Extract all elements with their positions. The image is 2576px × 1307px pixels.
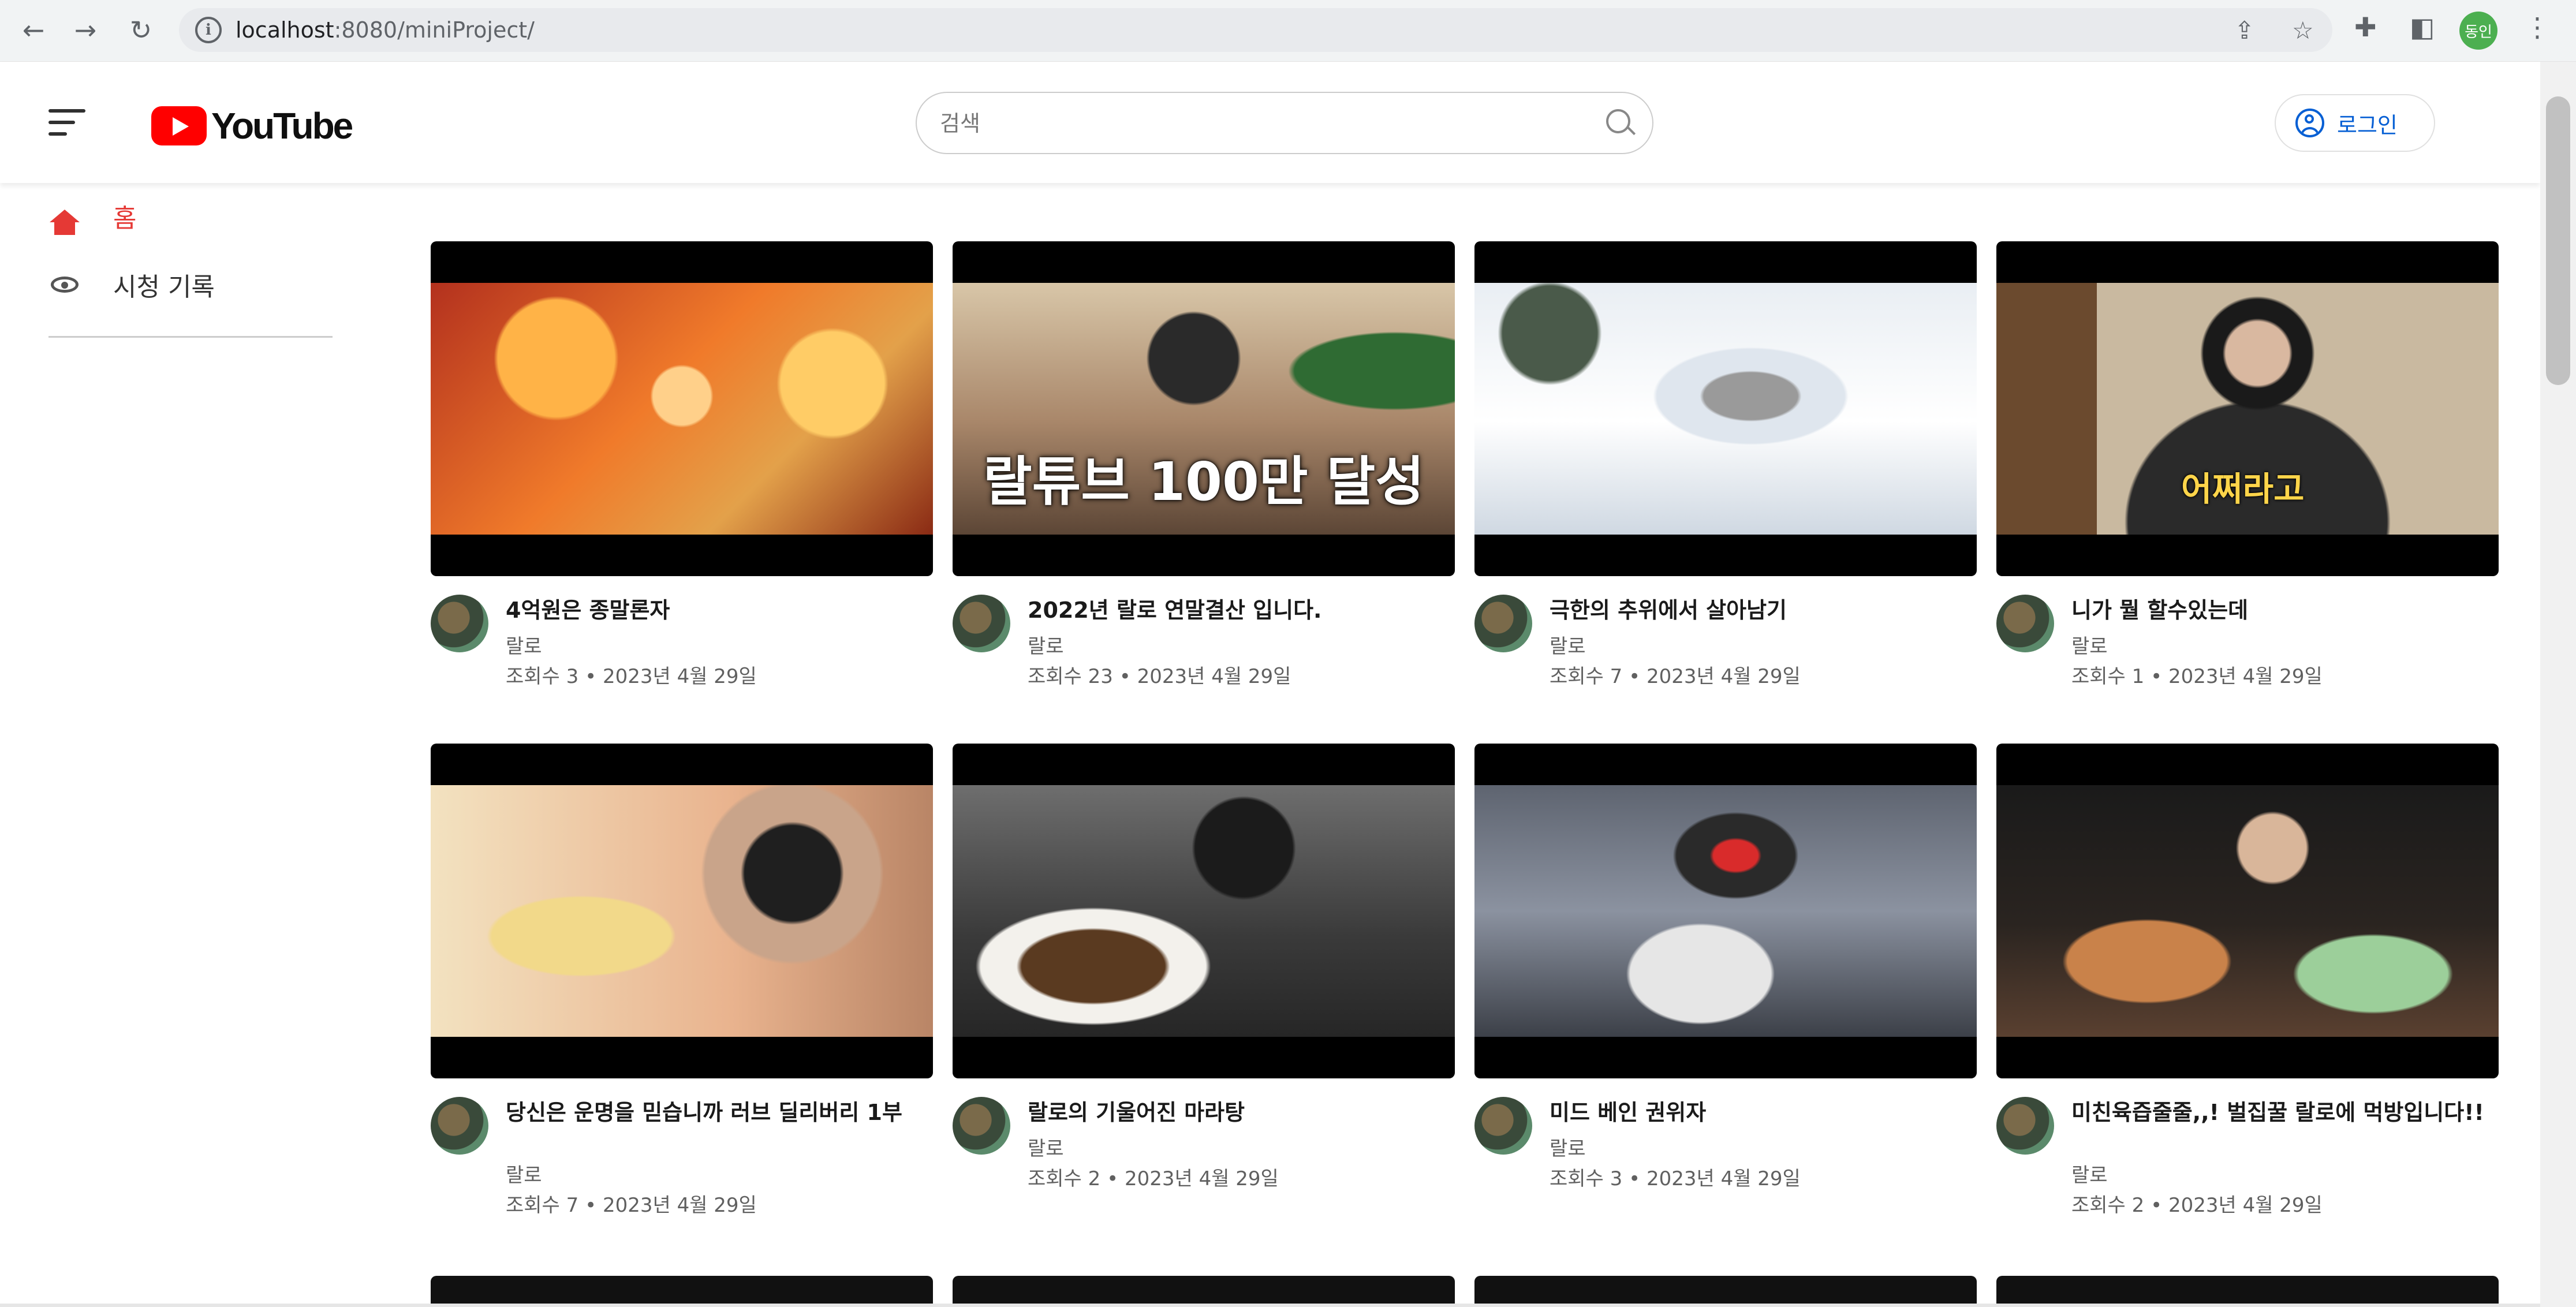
- video-title[interactable]: 랄로의 기울어진 마라탕: [1028, 1099, 1443, 1126]
- sidebar-item-history[interactable]: 시청 기록: [48, 262, 215, 308]
- bottom-edge: [0, 1304, 2540, 1307]
- video-stats: 조회수 3 • 2023년 4월 29일: [1550, 1167, 1801, 1190]
- channel-name[interactable]: 랄로: [1550, 1133, 1586, 1161]
- channel-name[interactable]: 랄로: [1028, 630, 1064, 659]
- video-thumbnail[interactable]: [431, 744, 933, 1078]
- reload-icon[interactable]: ↻: [124, 13, 158, 47]
- video-thumbnail[interactable]: [953, 744, 1455, 1078]
- app-header: YouTube 로그인: [0, 62, 2540, 183]
- video-thumbnail[interactable]: [431, 241, 933, 576]
- scrollbar-thumb[interactable]: [2546, 96, 2570, 385]
- channel-avatar[interactable]: [431, 595, 488, 652]
- side-panel-icon[interactable]: ◧: [2410, 12, 2435, 43]
- forward-icon[interactable]: →: [68, 13, 103, 47]
- video-thumbnail-partial[interactable]: [1474, 1276, 1977, 1307]
- channel-name[interactable]: 랄로: [506, 630, 542, 659]
- sidebar-item-label: 시청 기록: [113, 272, 215, 302]
- address-bar[interactable]: i localhost:8080/miniProject/ ⇪ ☆: [179, 8, 2332, 52]
- search-box: [916, 92, 1653, 154]
- back-icon[interactable]: ←: [16, 13, 51, 47]
- video-thumbnail[interactable]: [1474, 241, 1977, 576]
- sidebar-divider: [48, 336, 333, 338]
- video-stats: 조회수 2 • 2023년 4월 29일: [2071, 1194, 2323, 1217]
- video-thumbnail[interactable]: 랄튜브 100만 달성: [953, 241, 1455, 576]
- channel-name[interactable]: 랄로: [2071, 1159, 2108, 1187]
- page-scrollbar[interactable]: [2540, 62, 2576, 1307]
- video-title[interactable]: 당신은 운명을 믿습니까 러브 딜리버리 1부: [506, 1099, 921, 1126]
- video-card[interactable]: 미드 베인 권위자 랄로 조회수 3 • 2023년 4월 29일: [1474, 744, 1977, 1246]
- video-thumbnail-partial[interactable]: [953, 1276, 1455, 1307]
- channel-avatar[interactable]: [953, 595, 1010, 652]
- video-title[interactable]: 극한의 추위에서 살아남기: [1550, 597, 1965, 623]
- browser-toolbar: ← → ↻ i localhost:8080/miniProject/ ⇪ ☆ …: [0, 0, 2576, 62]
- search-icon[interactable]: [1606, 109, 1630, 133]
- browser-menu-icon[interactable]: ⋮: [2524, 12, 2551, 43]
- play-logo-icon: [151, 106, 207, 145]
- bookmark-star-icon[interactable]: ☆: [2292, 16, 2314, 44]
- eye-icon: [51, 277, 79, 293]
- account-circle-icon: [2295, 109, 2324, 137]
- channel-avatar[interactable]: [953, 1097, 1010, 1155]
- video-card[interactable]: 미친육즙줄줄,,! 벌집꿀 랄로에 먹방입니다!! 랄로 조회수 2 • 202…: [1996, 744, 2499, 1246]
- video-grid: 4억원은 종말론자 랄로 조회수 3 • 2023년 4월 29일 랄튜브 10…: [431, 241, 2501, 1246]
- channel-name[interactable]: 랄로: [2071, 630, 2108, 659]
- share-icon[interactable]: ⇪: [2234, 16, 2254, 44]
- video-stats: 조회수 1 • 2023년 4월 29일: [2071, 665, 2323, 688]
- video-thumbnail[interactable]: 어쩌라고: [1996, 241, 2499, 576]
- video-thumbnail[interactable]: [1474, 744, 1977, 1078]
- video-thumbnail-partial[interactable]: [1996, 1276, 2499, 1307]
- video-stats: 조회수 23 • 2023년 4월 29일: [1028, 665, 1291, 688]
- sidebar-item-label: 홈: [113, 204, 137, 233]
- channel-name[interactable]: 랄로: [1028, 1133, 1064, 1161]
- extensions-icon[interactable]: ✚: [2354, 12, 2377, 43]
- video-card[interactable]: 극한의 추위에서 살아남기 랄로 조회수 7 • 2023년 4월 29일: [1474, 241, 1977, 744]
- video-title[interactable]: 2022년 랄로 연말결산 입니다.: [1028, 597, 1443, 623]
- video-card[interactable]: 4억원은 종말론자 랄로 조회수 3 • 2023년 4월 29일: [431, 241, 933, 744]
- home-icon: [50, 210, 80, 235]
- video-card[interactable]: 당신은 운명을 믿습니까 러브 딜리버리 1부 랄로 조회수 7 • 2023년…: [431, 744, 933, 1246]
- hamburger-menu-icon[interactable]: [48, 109, 85, 144]
- site-info-icon[interactable]: i: [195, 17, 222, 43]
- channel-avatar[interactable]: [431, 1097, 488, 1155]
- channel-avatar[interactable]: [1474, 1097, 1532, 1155]
- login-label: 로그인: [2337, 112, 2398, 138]
- channel-name[interactable]: 랄로: [506, 1159, 542, 1187]
- video-thumbnail-partial[interactable]: [431, 1276, 933, 1307]
- channel-avatar[interactable]: [1474, 595, 1532, 652]
- video-card[interactable]: 랄튜브 100만 달성 2022년 랄로 연말결산 입니다. 랄로 조회수 23…: [953, 241, 1455, 744]
- video-title[interactable]: 니가 뭘 할수있는데: [2071, 597, 2487, 623]
- url-text: localhost:8080/miniProject/: [236, 17, 535, 43]
- video-card[interactable]: 랄로의 기울어진 마라탕 랄로 조회수 2 • 2023년 4월 29일: [953, 744, 1455, 1246]
- logo-text: YouTube: [211, 105, 353, 147]
- video-title[interactable]: 미친육즙줄줄,,! 벌집꿀 랄로에 먹방입니다!!: [2071, 1099, 2487, 1126]
- sidebar-item-home[interactable]: 홈: [48, 193, 136, 239]
- video-stats: 조회수 7 • 2023년 4월 29일: [506, 1194, 757, 1217]
- channel-avatar[interactable]: [1996, 595, 2054, 652]
- video-title[interactable]: 미드 베인 권위자: [1550, 1099, 1965, 1126]
- video-stats: 조회수 2 • 2023년 4월 29일: [1028, 1167, 1279, 1190]
- thumbnail-caption: 어쩌라고: [2181, 469, 2305, 509]
- login-button[interactable]: 로그인: [2275, 94, 2435, 152]
- youtube-logo[interactable]: YouTube: [151, 104, 353, 147]
- video-stats: 조회수 7 • 2023년 4월 29일: [1550, 665, 1801, 688]
- channel-avatar[interactable]: [1996, 1097, 2054, 1155]
- video-thumbnail[interactable]: [1996, 744, 2499, 1078]
- profile-avatar[interactable]: 동인: [2459, 12, 2497, 50]
- video-card[interactable]: 어쩌라고 니가 뭘 할수있는데 랄로 조회수 1 • 2023년 4월 29일: [1996, 241, 2499, 744]
- search-input[interactable]: [939, 107, 1576, 140]
- channel-name[interactable]: 랄로: [1550, 630, 1586, 659]
- video-stats: 조회수 3 • 2023년 4월 29일: [506, 665, 757, 688]
- video-title[interactable]: 4억원은 종말론자: [506, 597, 921, 623]
- thumbnail-caption: 랄튜브 100만 달성: [983, 451, 1424, 513]
